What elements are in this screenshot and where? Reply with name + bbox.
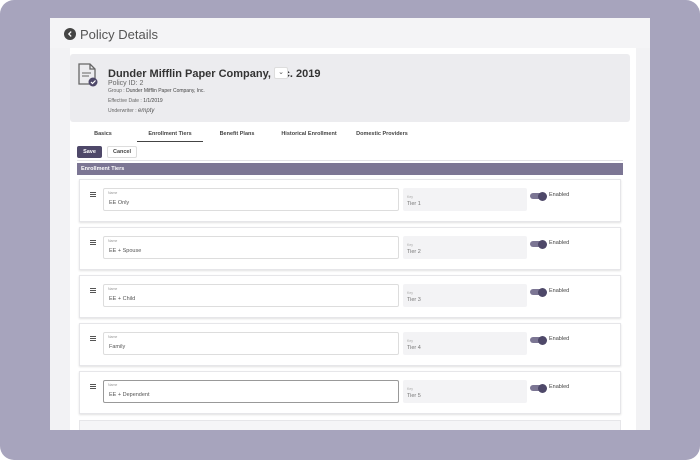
tab-domestic-providers[interactable]: Domestic Providers (352, 128, 412, 142)
effective-date-line: Effective Date : 1/1/2019 (108, 98, 163, 104)
tier-name-field[interactable]: Name EE Only (103, 188, 399, 211)
policy-summary-card: Dunder Mifflin Paper Company, Inc. 2019 … (70, 54, 630, 122)
name-value: Family (109, 344, 126, 350)
drag-handle-icon[interactable] (90, 288, 96, 294)
enabled-toggle[interactable] (530, 383, 547, 393)
group-label: Group : (108, 88, 125, 94)
enabled-label: Enabled (549, 192, 570, 198)
drag-handle-icon[interactable] (90, 384, 96, 390)
tab-historical-enrollment[interactable]: Historical Enrollment (274, 128, 344, 142)
effective-date-value: 1/1/2019 (143, 98, 163, 104)
tier-row: Name EE + Spouse Key Tier 2 Enabled (79, 227, 621, 270)
enabled-label: Enabled (549, 336, 570, 342)
name-label: Name (108, 287, 118, 291)
key-value: Tier 4 (407, 345, 421, 351)
name-label: Name (108, 383, 118, 387)
tier-key-field: Key Tier 3 (403, 284, 527, 307)
key-label: Key (407, 243, 414, 247)
key-value: Tier 2 (407, 249, 421, 255)
drag-handle-icon[interactable] (90, 240, 96, 246)
drag-handle-icon[interactable] (90, 192, 96, 198)
tier-row: Name EE + Child Key Tier 3 Enabled (79, 275, 621, 318)
main-content: Dunder Mifflin Paper Company, Inc. 2019 … (70, 48, 650, 430)
key-label: Key (407, 195, 414, 199)
name-value: EE + Dependent (109, 392, 150, 398)
name-value: EE + Spouse (109, 248, 142, 254)
enabled-label: Enabled (549, 240, 570, 246)
tab-benefit-plans[interactable]: Benefit Plans (215, 128, 259, 142)
key-value: Tier 5 (407, 393, 421, 399)
page-title: Policy Details (80, 27, 159, 42)
company-name: Dunder Mifflin Paper Company, Inc. 2019 (108, 68, 321, 80)
save-button[interactable]: Save (77, 146, 102, 158)
tier-key-field: Key Tier 1 (403, 188, 527, 211)
policy-id: Policy ID: 2 (108, 80, 144, 87)
group-value: Dunder Mifflin Paper Company, Inc. (126, 88, 205, 94)
group-line: Group : Dunder Mifflin Paper Company, In… (108, 88, 205, 94)
right-gutter (636, 48, 650, 430)
name-label: Name (108, 191, 118, 195)
toggle-knob (538, 287, 547, 297)
tier-key-field: Key Tier 4 (403, 332, 527, 355)
tier-key-field: Key Tier 2 (403, 236, 527, 259)
key-value: Tier 3 (407, 297, 421, 303)
enabled-toggle[interactable] (530, 287, 547, 297)
enabled-label: Enabled (549, 288, 570, 294)
tab-bar: Basics Enrollment Tiers Benefit Plans Hi… (70, 128, 630, 142)
underwriter-value: empty (138, 108, 155, 114)
enabled-toggle[interactable] (530, 239, 547, 249)
document-check-icon (78, 63, 98, 87)
top-bar: Policy Details (50, 18, 650, 48)
next-row-edge (79, 420, 621, 430)
toggle-knob (538, 335, 547, 345)
underwriter-line: Underwriter : empty (108, 108, 154, 114)
enabled-toggle[interactable] (530, 335, 547, 345)
divider (77, 160, 623, 161)
underwriter-label: Underwriter : (108, 108, 137, 114)
tab-basics[interactable]: Basics (88, 128, 118, 142)
toggle-knob (538, 383, 547, 393)
name-value: EE + Child (109, 296, 136, 302)
tier-name-field[interactable]: Name EE + Child (103, 284, 399, 307)
tier-name-field[interactable]: Name Family (103, 332, 399, 355)
enabled-toggle[interactable] (530, 191, 547, 201)
drag-handle-icon[interactable] (90, 336, 96, 342)
key-value: Tier 1 (407, 201, 421, 207)
cancel-button[interactable]: Cancel (107, 146, 137, 158)
key-label: Key (407, 291, 414, 295)
name-value: EE Only (109, 200, 130, 206)
tab-enrollment-tiers[interactable]: Enrollment Tiers (137, 128, 203, 142)
back-arrow-icon[interactable] (64, 28, 76, 40)
tier-row: Name EE Only Key Tier 1 Enabled (79, 179, 621, 222)
key-label: Key (407, 339, 414, 343)
toggle-knob (538, 239, 547, 249)
app-window: Policy Details Dunder Mifflin Paper Comp… (50, 18, 650, 430)
enabled-label: Enabled (549, 384, 570, 390)
tier-row: Name Family Key Tier 4 Enabled (79, 323, 621, 366)
tier-key-field: Key Tier 5 (403, 380, 527, 403)
tier-row: Name EE + Dependent Key Tier 5 Enabled (79, 371, 621, 414)
toggle-knob (538, 191, 547, 201)
policy-menu-button[interactable]: ⌄ (274, 67, 288, 79)
key-label: Key (407, 387, 414, 391)
tier-name-field[interactable]: Name EE + Spouse (103, 236, 399, 259)
effective-date-label: Effective Date : (108, 98, 142, 104)
tier-name-field[interactable]: Name EE + Dependent (103, 380, 399, 403)
name-label: Name (108, 335, 118, 339)
section-header: Enrollment Tiers (77, 163, 623, 175)
name-label: Name (108, 239, 118, 243)
